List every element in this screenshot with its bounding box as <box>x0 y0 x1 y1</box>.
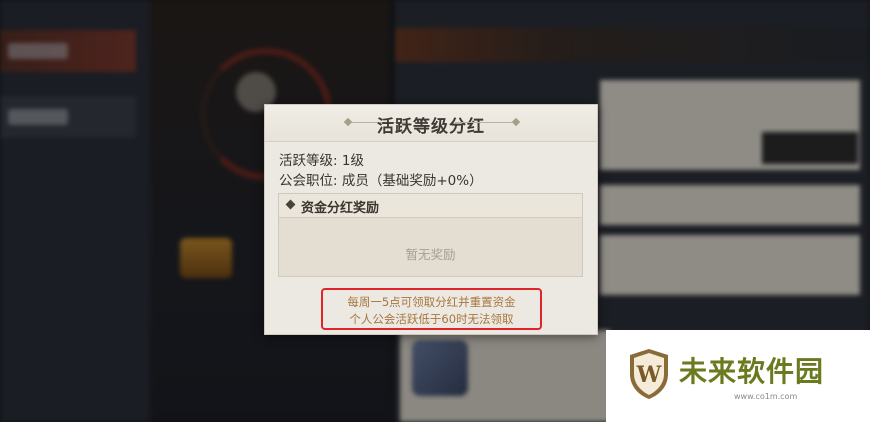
notice-line-1: 每周一5点可领取分红并重置资金 <box>347 295 516 309</box>
reward-section-header: 资金分红奖励 <box>279 194 582 218</box>
shield-logo-icon: W <box>630 349 668 399</box>
reward-section: 资金分红奖励 暂无奖励 <box>278 193 583 277</box>
diamond-bullet-icon <box>285 199 296 210</box>
reward-section-title: 资金分红奖励 <box>301 201 380 216</box>
guild-position-label: 公会职位: <box>279 173 338 189</box>
activity-dividend-dialog: 活跃等级分红 活跃等级: 1级 公会职位: 成员（基础奖励+0%） 资金分红奖励… <box>264 104 598 335</box>
logo-letter: W <box>636 362 662 388</box>
notice-box: 每周一5点可领取分红并重置资金 个人公会活跃低于60时无法领取 <box>321 288 542 330</box>
watermark-url: www.co1m.com <box>734 392 798 401</box>
dialog-title: 活跃等级分红 <box>377 117 485 137</box>
guild-position-row: 公会职位: 成员（基础奖励+0%） <box>279 169 483 189</box>
dialog-header: 活跃等级分红 <box>265 105 597 142</box>
guild-position-value: 成员（基础奖励+0%） <box>341 173 483 189</box>
watermark-name: 未来软件园 <box>679 355 825 388</box>
watermark: W 未来软件园 www.co1m.com <box>606 330 870 422</box>
title-deco-line-right <box>455 122 513 123</box>
empty-reward-text: 暂无奖励 <box>405 247 456 262</box>
activity-level-label: 活跃等级: <box>279 153 338 169</box>
activity-level-value: 1级 <box>341 153 364 169</box>
notice-line-2: 个人公会活跃低于60时无法领取 <box>349 312 514 326</box>
activity-level-row: 活跃等级: 1级 <box>279 149 364 169</box>
